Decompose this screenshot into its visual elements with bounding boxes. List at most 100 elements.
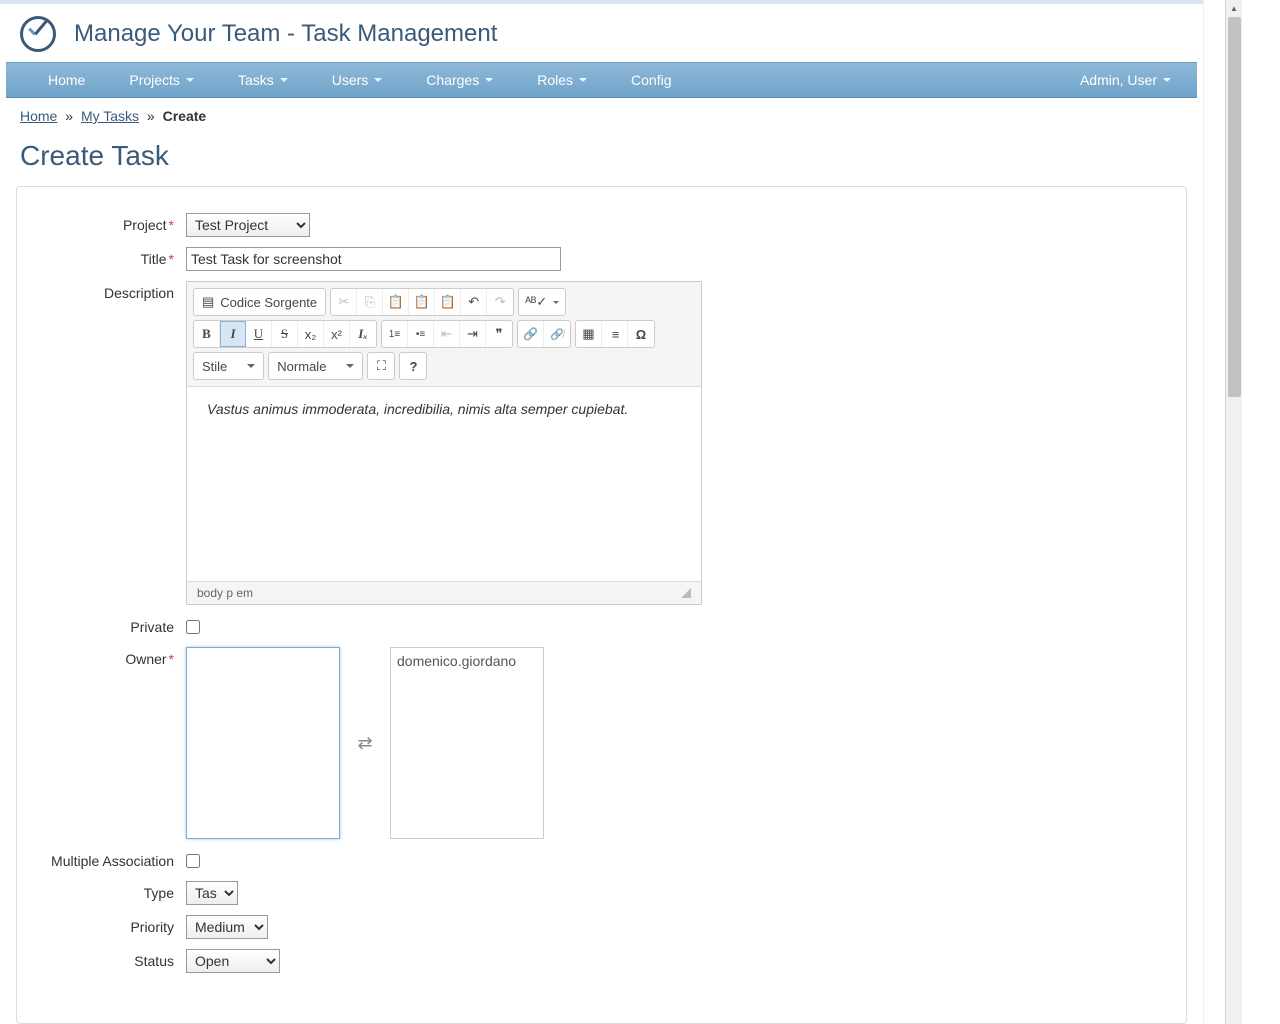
spellcheck-icon: ᴬᴮ✓ bbox=[525, 294, 547, 310]
nav-tasks[interactable]: Tasks bbox=[216, 64, 310, 96]
bold-icon: B bbox=[202, 326, 211, 342]
spellcheck-button[interactable]: ᴬᴮ✓ bbox=[519, 289, 565, 315]
help-button[interactable]: ? bbox=[400, 353, 426, 379]
hr-icon: ≡ bbox=[612, 327, 618, 342]
redo-button[interactable]: ↷ bbox=[487, 289, 513, 315]
owner-available-list[interactable] bbox=[186, 647, 340, 839]
resize-handle[interactable] bbox=[681, 588, 691, 598]
title-input[interactable] bbox=[186, 247, 561, 271]
remove-format-button[interactable]: Iₓ bbox=[350, 321, 376, 347]
hr-button[interactable]: ≡ bbox=[602, 321, 628, 347]
chevron-down-icon bbox=[346, 364, 354, 368]
link-icon: 🔗 bbox=[523, 327, 538, 341]
paste-button[interactable]: 📋 bbox=[383, 289, 409, 315]
swap-button[interactable]: ⇄ bbox=[340, 647, 390, 839]
page-title: Create Task bbox=[0, 134, 1203, 186]
status-select[interactable]: Open bbox=[186, 949, 280, 973]
label-owner: Owner* bbox=[17, 647, 184, 667]
app-logo bbox=[18, 14, 58, 54]
chevron-down-icon bbox=[186, 78, 194, 82]
chevron-down-icon bbox=[247, 364, 255, 368]
redo-icon: ↷ bbox=[495, 294, 506, 310]
cut-button[interactable]: ✂ bbox=[331, 289, 357, 315]
style-select[interactable]: Stile bbox=[193, 352, 264, 380]
copy-button[interactable]: ⎘ bbox=[357, 289, 383, 315]
unordered-list-button[interactable]: •≡ bbox=[408, 321, 434, 347]
chevron-down-icon bbox=[374, 78, 382, 82]
table-icon: ▦ bbox=[582, 326, 594, 342]
breadcrumb-home[interactable]: Home bbox=[20, 108, 57, 124]
private-checkbox[interactable] bbox=[186, 620, 200, 634]
nav-roles[interactable]: Roles bbox=[515, 64, 609, 96]
link-button[interactable]: 🔗 bbox=[518, 321, 544, 347]
rich-text-editor: ▤ Codice Sorgente ✂ ⎘ 📋 📋 📋 ↶ ↷ bbox=[186, 281, 702, 605]
project-select[interactable]: Test Project bbox=[186, 213, 310, 237]
source-button[interactable]: ▤ Codice Sorgente bbox=[194, 289, 325, 315]
unlink-icon: 🔗̸ bbox=[550, 328, 564, 341]
editor-content[interactable]: Vastus animus immoderata, incredibilia, … bbox=[187, 387, 701, 581]
nav-label: Tasks bbox=[238, 72, 274, 88]
nav-users[interactable]: Users bbox=[310, 64, 405, 96]
ordered-list-button[interactable]: 1≡ bbox=[382, 321, 408, 347]
subscript-icon: x₂ bbox=[305, 327, 317, 342]
indent-button[interactable]: ⇥ bbox=[460, 321, 486, 347]
italic-button[interactable]: I bbox=[220, 321, 246, 347]
nav-label: Projects bbox=[129, 72, 180, 88]
breadcrumb-sep: » bbox=[143, 108, 159, 124]
blockquote-button[interactable]: ❞ bbox=[486, 321, 512, 347]
outdent-button[interactable]: ⇤ bbox=[434, 321, 460, 347]
paste-text-button[interactable]: 📋 bbox=[409, 289, 435, 315]
paste-word-button[interactable]: 📋 bbox=[435, 289, 461, 315]
copy-icon: ⎘ bbox=[364, 294, 374, 310]
ordered-list-icon: 1≡ bbox=[389, 329, 400, 340]
label-project: Project* bbox=[17, 213, 184, 233]
quote-icon: ❞ bbox=[496, 326, 503, 342]
element-path[interactable]: body p em bbox=[197, 586, 253, 600]
label-description: Description bbox=[17, 281, 184, 301]
bold-button[interactable]: B bbox=[194, 321, 220, 347]
type-select[interactable]: Task bbox=[186, 881, 238, 905]
multiple-association-checkbox[interactable] bbox=[186, 854, 200, 868]
nav-user-menu[interactable]: Admin, User bbox=[1070, 64, 1197, 96]
paste-word-icon: 📋 bbox=[440, 294, 456, 310]
nav-user-label: Admin, User bbox=[1080, 72, 1157, 88]
unlink-button[interactable]: 🔗̸ bbox=[544, 321, 570, 347]
nav-home[interactable]: Home bbox=[26, 64, 107, 96]
undo-button[interactable]: ↶ bbox=[461, 289, 487, 315]
remove-format-icon: Iₓ bbox=[358, 326, 367, 342]
nav-charges[interactable]: Charges bbox=[404, 64, 515, 96]
nav-projects[interactable]: Projects bbox=[107, 64, 216, 96]
list-item[interactable]: domenico.giordano bbox=[395, 652, 539, 670]
scrollbar-thumb[interactable] bbox=[1228, 17, 1241, 397]
format-label: Normale bbox=[277, 359, 326, 374]
undo-icon: ↶ bbox=[468, 294, 479, 310]
underline-button[interactable]: U bbox=[246, 321, 272, 347]
scroll-up-icon[interactable]: ▲ bbox=[1226, 0, 1242, 17]
specialchar-button[interactable]: Ω bbox=[628, 321, 654, 347]
editor-toolbar: ▤ Codice Sorgente ✂ ⎘ 📋 📋 📋 ↶ ↷ bbox=[187, 282, 701, 387]
swap-icon: ⇄ bbox=[357, 733, 372, 754]
strike-icon: S bbox=[281, 326, 288, 342]
breadcrumb-sep: » bbox=[61, 108, 77, 124]
chevron-down-icon bbox=[280, 78, 288, 82]
subscript-button[interactable]: x₂ bbox=[298, 321, 324, 347]
superscript-button[interactable]: x² bbox=[324, 321, 350, 347]
nav-config[interactable]: Config bbox=[609, 64, 693, 96]
label-title: Title* bbox=[17, 247, 184, 267]
table-button[interactable]: ▦ bbox=[576, 321, 602, 347]
strike-button[interactable]: S bbox=[272, 321, 298, 347]
label-private: Private bbox=[17, 615, 184, 635]
priority-select[interactable]: Medium bbox=[186, 915, 268, 939]
maximize-button[interactable]: ⛶ bbox=[368, 353, 394, 379]
editor-statusbar: body p em bbox=[187, 581, 701, 604]
label-type: Type bbox=[17, 881, 184, 901]
breadcrumb-mytasks[interactable]: My Tasks bbox=[81, 108, 139, 124]
vertical-scrollbar[interactable]: ▲ bbox=[1225, 0, 1242, 1024]
paste-icon: 📋 bbox=[388, 294, 404, 310]
format-select[interactable]: Normale bbox=[268, 352, 363, 380]
main-navbar: Home Projects Tasks Users Charges Roles … bbox=[6, 62, 1197, 98]
nav-label: Users bbox=[332, 72, 369, 88]
owner-selected-list[interactable]: domenico.giordano bbox=[390, 647, 544, 839]
nav-label: Home bbox=[48, 72, 85, 88]
chevron-down-icon bbox=[579, 78, 587, 82]
